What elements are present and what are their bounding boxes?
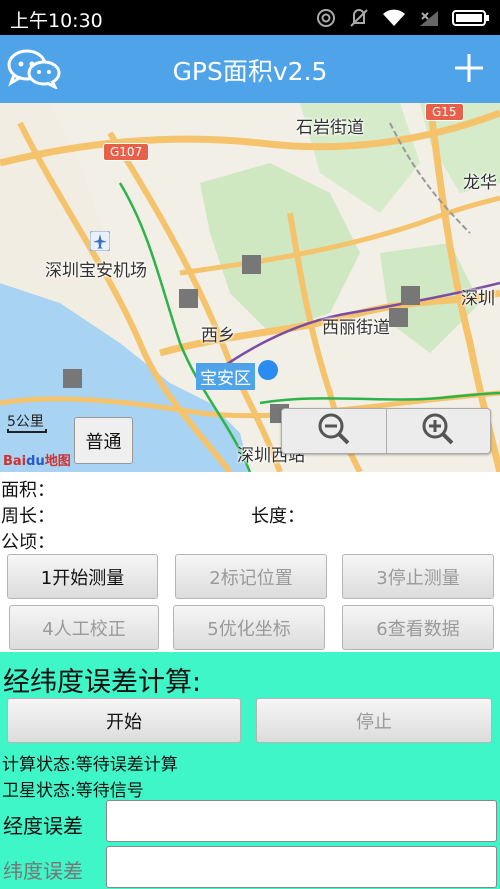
- view-data-button[interactable]: 6查看数据: [342, 605, 494, 650]
- app-title: GPS面积v2.5: [172, 57, 328, 86]
- lat-error-label: 纬度误差: [3, 859, 83, 883]
- baidu-logo: Baidu地图: [3, 454, 71, 469]
- stop-measure-button[interactable]: 3停止测量: [342, 554, 494, 599]
- calc-stop-button[interactable]: 停止: [256, 698, 492, 743]
- map-marker[interactable]: [242, 255, 261, 274]
- lat-error-field[interactable]: [106, 846, 497, 888]
- area-label: 面积：: [1, 480, 55, 501]
- map-marker[interactable]: [179, 289, 198, 308]
- airport-icon: [89, 230, 111, 255]
- map-label-shiyan: 石岩街道: [296, 118, 364, 138]
- current-location-dot: [258, 360, 278, 380]
- zoom-in-button[interactable]: [387, 409, 491, 453]
- map-shield-g15: G15: [425, 103, 464, 121]
- zoom-in-icon: [421, 412, 455, 450]
- optimize-coords-button[interactable]: 5优化坐标: [173, 605, 325, 650]
- mark-position-button[interactable]: 2标记位置: [175, 554, 327, 599]
- manual-correct-button[interactable]: 4人工校正: [9, 605, 159, 650]
- zoom-out-icon: [317, 412, 351, 450]
- map-marker[interactable]: [401, 286, 420, 305]
- zoom-out-button[interactable]: [282, 409, 387, 453]
- hectare-label: 公顷：: [1, 532, 55, 553]
- signal-icon: [418, 9, 440, 27]
- map-mode-button[interactable]: 普通: [74, 417, 133, 464]
- map-marker[interactable]: [389, 308, 408, 327]
- battery-icon: [452, 9, 490, 27]
- map-label-longhua: 龙华: [463, 173, 497, 193]
- start-measure-button[interactable]: 1开始测量: [7, 554, 158, 599]
- map-label-airport: 深圳宝安机场: [45, 261, 147, 281]
- mute-icon: [348, 7, 370, 29]
- measurement-info: 面积： 周长： 长度： 公顷： 1开始测量 2标记位置 3停止测量 4人工校正 …: [0, 472, 500, 652]
- map-label-shenzhen: 深圳: [461, 289, 495, 309]
- error-calc-panel: 经纬度误差计算: 开始 停止 计算状态:等待误差计算 卫星状态:等待信号 经度误…: [0, 652, 500, 889]
- calc-status-text: 计算状态:等待误差计算: [2, 755, 178, 775]
- wifi-icon: [382, 8, 406, 28]
- length-label: 长度：: [251, 506, 305, 527]
- map-view[interactable]: 石岩街道 G107 G15 龙华 深圳宝安机场 西乡 西丽街道 深圳 宝安区 深…: [0, 103, 500, 472]
- zoom-controls: [281, 408, 491, 454]
- map-label-xixiang: 西乡: [201, 326, 235, 346]
- lon-error-field[interactable]: [106, 800, 497, 842]
- hotspot-icon: [316, 8, 336, 28]
- map-scale-bar: [7, 429, 47, 433]
- title-bar: GPS面积v2.5: [0, 35, 500, 103]
- lon-error-label: 经度误差: [3, 814, 83, 838]
- map-marker[interactable]: [63, 369, 82, 388]
- status-time: 上午10:30: [10, 10, 103, 32]
- satellite-status-text: 卫星状态:等待信号: [2, 781, 144, 801]
- map-label-xili: 西丽街道: [322, 318, 390, 338]
- error-calc-heading: 经纬度误差计算:: [3, 667, 202, 698]
- calc-start-button[interactable]: 开始: [7, 698, 241, 743]
- status-bar: 上午10:30: [0, 0, 500, 35]
- plus-icon[interactable]: [452, 51, 486, 89]
- perimeter-label: 周长：: [1, 506, 55, 527]
- map-shield-g107: G107: [103, 143, 150, 161]
- map-label-baoan: 宝安区: [196, 363, 255, 390]
- map-scale: 5公里: [7, 414, 44, 430]
